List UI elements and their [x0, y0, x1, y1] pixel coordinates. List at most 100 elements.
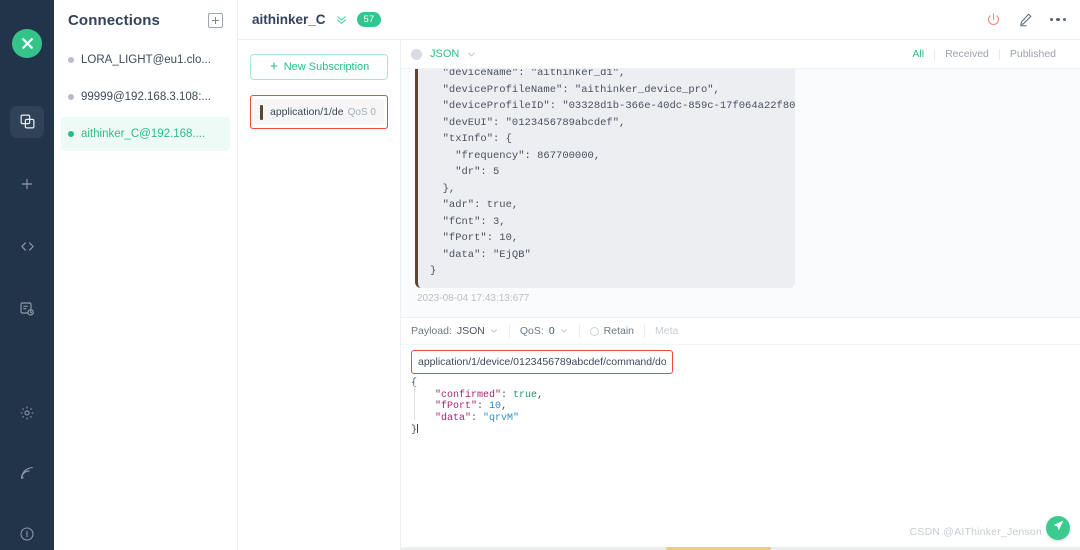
status-dot — [68, 94, 74, 100]
payload-format-select[interactable]: JSON — [457, 325, 499, 337]
mqttx-logo — [12, 29, 42, 58]
payload-editor[interactable]: { "confirmed": true, "fPort": 10, "data"… — [401, 374, 1080, 550]
connection-item-0[interactable]: LORA_LIGHT@eu1.clo... — [61, 43, 230, 77]
subscription-qos: QoS 0 — [347, 106, 376, 118]
toolbar-divider — [578, 324, 580, 338]
chevron-down-icon — [489, 326, 499, 336]
connection-item-1[interactable]: 99999@192.168.3.108:... — [61, 80, 230, 114]
retain-group[interactable]: Retain — [589, 325, 644, 337]
connections-header: Connections — [54, 0, 237, 37]
code-line-2: "fPort": 10, — [411, 401, 1070, 413]
rail-item-log[interactable] — [10, 293, 44, 325]
topic-highlight-box — [411, 350, 673, 374]
payload-format-dot-icon — [411, 48, 422, 60]
topic-row — [401, 345, 1080, 374]
power-icon[interactable] — [986, 12, 1001, 27]
json-key: "confirmed" — [435, 389, 502, 401]
message-timestamp: 2023-08-04 17:43:13:677 — [417, 292, 530, 304]
json-key: "data" — [435, 412, 472, 424]
json-key: "fPort" — [435, 401, 478, 412]
subscription-highlight-box: application/1/dev... QoS 0 — [250, 95, 388, 129]
qos-label: QoS: — [519, 325, 544, 337]
rail-item-network[interactable] — [10, 457, 44, 489]
rail-item-connections[interactable] — [10, 105, 44, 138]
filter-all[interactable]: All — [902, 48, 934, 60]
double-chevron-down-icon[interactable] — [335, 13, 348, 26]
editor-guide-line — [414, 380, 415, 420]
content-row: New Subscription application/1/dev... Qo… — [238, 40, 1080, 550]
message-toolbar: JSON All Received Published — [401, 40, 1080, 69]
json-value: true — [513, 389, 538, 401]
qos-group[interactable]: QoS: 0 — [520, 325, 579, 337]
signal-icon — [19, 465, 35, 481]
message-list[interactable]: "deviceName": "aithinker_d1", "devicePro… — [401, 69, 1080, 317]
filter-received[interactable]: Received — [935, 48, 999, 60]
rail-item-new[interactable] — [10, 168, 44, 200]
connection-topbar: aithinker_C 57 — [238, 0, 1080, 40]
new-subscription-label: New Subscription — [283, 61, 370, 73]
message-filters: All Received Published — [902, 48, 1066, 60]
code-line-1: "confirmed": true, — [411, 390, 1070, 402]
main-area: aithinker_C 57 New Subscription applicat… — [238, 0, 1080, 550]
connection-label: LORA_LIGHT@eu1.clo... — [81, 54, 211, 66]
connections-icon — [19, 113, 36, 130]
subscription-color-bar — [260, 104, 263, 120]
subscription-topic: application/1/dev... — [270, 106, 343, 118]
qos-value: 0 — [548, 325, 555, 337]
gear-icon — [19, 405, 35, 421]
json-value: "qrvM" — [483, 412, 520, 424]
code-line-0: { — [411, 378, 1070, 390]
new-subscription-button[interactable]: New Subscription — [250, 54, 388, 80]
add-connection-button[interactable] — [208, 13, 223, 28]
json-comma: , — [501, 401, 508, 412]
message-count-badge: 57 — [356, 12, 382, 27]
plus-icon — [269, 61, 279, 74]
publish-toolbar: Payload: JSON QoS: 0 Retain Meta — [401, 318, 1080, 345]
connections-title: Connections — [68, 12, 160, 29]
chevron-down-icon — [559, 326, 569, 336]
info-icon — [19, 526, 35, 542]
status-dot — [68, 57, 74, 63]
connection-label: aithinker_C@192.168.... — [81, 128, 206, 140]
payload-label: Payload: — [411, 325, 452, 337]
send-button[interactable] — [1046, 516, 1070, 540]
log-icon — [19, 301, 35, 317]
topbar-actions — [986, 12, 1066, 27]
json-value: 10 — [489, 401, 502, 412]
payload-format-value: JSON — [456, 325, 485, 337]
rail-item-settings[interactable] — [10, 397, 44, 429]
text-caret — [417, 424, 419, 433]
more-horizontal-icon[interactable] — [1049, 17, 1066, 22]
message-bubble[interactable]: "deviceName": "aithinker_d1", "devicePro… — [415, 69, 795, 288]
code-icon — [19, 238, 36, 255]
status-dot — [68, 131, 74, 137]
connection-item-2[interactable]: aithinker_C@192.168.... — [61, 117, 230, 151]
retain-label: Retain — [603, 325, 635, 337]
message-column: JSON All Received Published "deviceName"… — [401, 40, 1080, 550]
code-line-3: "data": "qrvM" — [411, 413, 1070, 425]
json-comma: , — [537, 389, 544, 401]
retain-checkbox[interactable] — [589, 326, 599, 336]
json-sep: : — [501, 389, 514, 401]
message-format-label[interactable]: JSON — [430, 48, 459, 60]
meta-button[interactable]: Meta — [655, 325, 678, 337]
watermark-text: CSDN @AIThinker_Jenson — [909, 526, 1042, 538]
pencil-icon[interactable] — [1018, 12, 1033, 27]
rail-item-script[interactable] — [10, 230, 44, 262]
subscriptions-panel: New Subscription application/1/dev... Qo… — [238, 40, 401, 550]
chevron-down-icon[interactable] — [466, 49, 477, 60]
topic-input[interactable] — [418, 356, 666, 368]
plus-icon — [19, 176, 35, 192]
rail-item-about[interactable] — [10, 518, 44, 550]
payload-format-group[interactable]: Payload: JSON — [411, 325, 509, 337]
filter-published[interactable]: Published — [1000, 48, 1066, 60]
publish-panel: Payload: JSON QoS: 0 Retain Meta applica… — [401, 317, 1080, 550]
code-line-4: } — [411, 424, 1070, 437]
send-icon — [1052, 519, 1065, 537]
toolbar-divider — [644, 324, 646, 338]
json-sep: : — [471, 412, 484, 424]
icon-rail — [0, 0, 54, 550]
subscription-item[interactable]: application/1/dev... QoS 0 — [254, 99, 384, 125]
qos-select[interactable]: 0 — [549, 325, 569, 337]
toolbar-divider — [508, 324, 510, 338]
